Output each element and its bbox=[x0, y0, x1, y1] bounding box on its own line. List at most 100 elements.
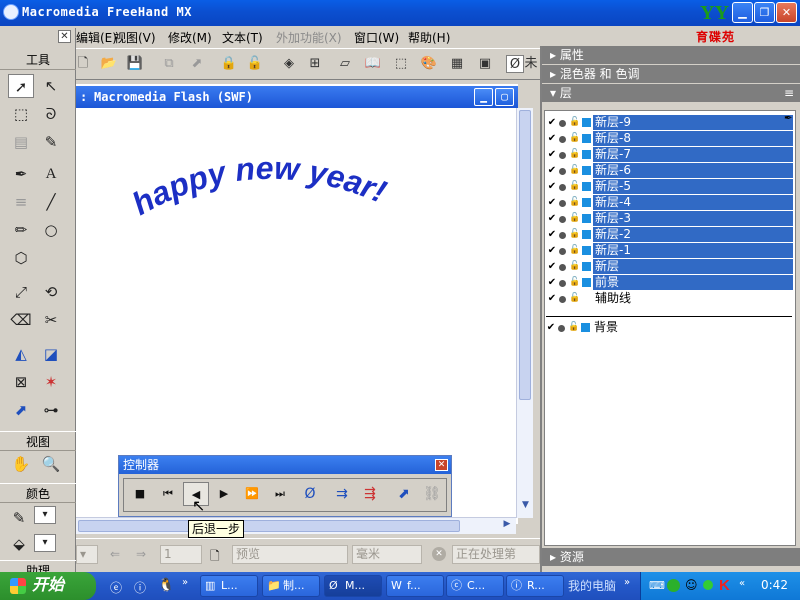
lock-open-icon[interactable]: 🔓 bbox=[569, 243, 580, 258]
vscroll-thumb[interactable] bbox=[519, 110, 531, 400]
taskbar-task-button[interactable]: ⓒ C... bbox=[446, 575, 504, 597]
eraser-tool-icon[interactable]: ⌫ bbox=[8, 308, 34, 332]
swatch-icon[interactable]: ▣ bbox=[476, 55, 494, 73]
page-number-field[interactable]: 1 bbox=[160, 545, 202, 564]
horizontal-scrollbar[interactable]: ▶ bbox=[76, 517, 516, 534]
visible-check-icon[interactable]: ✔ bbox=[547, 195, 557, 210]
preview-dot-icon[interactable] bbox=[559, 184, 566, 191]
layer-name[interactable]: 新层 bbox=[593, 259, 793, 274]
visible-check-icon[interactable]: ✔ bbox=[546, 320, 556, 335]
kaspersky-icon[interactable]: K bbox=[719, 577, 730, 594]
lock-open-icon[interactable]: 🔓 bbox=[569, 131, 580, 146]
layer-name[interactable]: 新层-2 bbox=[593, 227, 793, 242]
trace-tool-icon[interactable]: ▤ bbox=[8, 130, 34, 154]
link-icon[interactable]: ⬈ bbox=[391, 482, 417, 506]
layer-row[interactable]: ✔ 🔓 新层-3 bbox=[547, 211, 795, 226]
layer-name[interactable]: 新层-7 bbox=[593, 147, 793, 162]
unlink-icon[interactable]: ⛓ bbox=[419, 482, 445, 506]
layer-row[interactable]: ✔ 🔓 新层 bbox=[547, 259, 795, 274]
graphic-hose-icon[interactable]: ✶ bbox=[38, 370, 64, 394]
stop-icon[interactable]: ■ bbox=[127, 482, 153, 506]
lock-open-icon[interactable]: 🔓 bbox=[569, 195, 580, 210]
layer-name[interactable]: 新层-5 bbox=[593, 179, 793, 194]
smiley-icon[interactable]: ☺ bbox=[685, 578, 698, 592]
layer-name[interactable]: 辅助线 bbox=[593, 291, 631, 306]
green-circle-icon[interactable] bbox=[667, 579, 680, 592]
line-dashed-tool-icon[interactable]: ≡ bbox=[8, 190, 34, 214]
text-tool-icon[interactable]: A bbox=[38, 162, 64, 186]
qq-icon[interactable]: 🐧 bbox=[158, 578, 174, 593]
layer-row-background[interactable]: ✔ 🔓 背景 bbox=[546, 320, 794, 335]
layer-color-swatch[interactable] bbox=[581, 277, 592, 288]
visible-check-icon[interactable]: ✔ bbox=[547, 243, 557, 258]
preview-dot-icon[interactable] bbox=[559, 280, 566, 287]
menu-help[interactable]: 帮助(H) bbox=[408, 29, 450, 46]
preview-dot-icon[interactable] bbox=[558, 325, 565, 332]
controller-title[interactable]: 控制器 bbox=[119, 456, 451, 474]
eyedropper-tool-icon[interactable]: ✎ bbox=[38, 130, 64, 154]
save-icon[interactable]: 💾 bbox=[126, 55, 144, 73]
link-tool-icon[interactable]: ⬈ bbox=[8, 398, 34, 422]
preview-dot-icon[interactable] bbox=[559, 216, 566, 223]
vertical-scrollbar[interactable]: ▼ bbox=[516, 108, 533, 518]
perspective-tool-icon[interactable]: ◪ bbox=[38, 342, 64, 366]
visible-check-icon[interactable]: ✔ bbox=[547, 259, 557, 274]
pencil-tool-icon[interactable]: ✏ bbox=[8, 218, 34, 242]
zoom-tool-icon[interactable]: 🔍 bbox=[38, 452, 64, 476]
visible-check-icon[interactable]: ✔ bbox=[547, 115, 557, 130]
envelope-tool-icon[interactable]: ⊠ bbox=[8, 370, 34, 394]
preview-dot-icon[interactable] bbox=[559, 248, 566, 255]
menu-view[interactable]: 视图(V) bbox=[114, 29, 156, 46]
lasso-tool-icon[interactable]: ᘐ bbox=[38, 102, 64, 126]
properties-section[interactable]: ▸ 属性 bbox=[542, 46, 800, 64]
visible-check-icon[interactable]: ✔ bbox=[547, 131, 557, 146]
extrude-tool-icon[interactable]: ◭ bbox=[8, 342, 34, 366]
flash-export-icon[interactable]: Ø bbox=[297, 482, 323, 506]
lock-open-icon[interactable]: 🔓 bbox=[569, 291, 580, 306]
layers-section[interactable]: ▾ 层 ≡ bbox=[542, 84, 800, 102]
tray-expand-icon[interactable]: « bbox=[739, 578, 745, 589]
assets-section[interactable]: ▸ 资源 bbox=[542, 548, 800, 566]
layer-color-swatch[interactable] bbox=[581, 165, 592, 176]
cancel-icon[interactable]: ✕ bbox=[432, 547, 446, 561]
add-page-icon[interactable]: 🗋 bbox=[210, 547, 220, 568]
layer-row[interactable]: ✔ 🔓 新层-4 bbox=[547, 195, 795, 210]
taskbar-task-button[interactable]: ▥ L... bbox=[200, 575, 258, 597]
info-icon[interactable]: ⓘ bbox=[134, 579, 146, 596]
layer-color-swatch[interactable] bbox=[580, 322, 591, 333]
layer-color-swatch[interactable] bbox=[581, 117, 592, 128]
step-forward-icon[interactable]: ⏩ bbox=[239, 482, 265, 506]
library-icon[interactable]: 📖 bbox=[364, 55, 382, 73]
menu-window[interactable]: 窗口(W) bbox=[354, 29, 399, 46]
styles-icon[interactable]: ⬚ bbox=[392, 55, 410, 73]
visible-check-icon[interactable]: ✔ bbox=[547, 227, 557, 242]
panel-options-icon[interactable]: ≡ bbox=[784, 84, 794, 102]
visible-check-icon[interactable]: ✔ bbox=[547, 275, 557, 290]
preview-dot-icon[interactable] bbox=[559, 168, 566, 175]
layer-row[interactable]: ✔ 🔓 新层-7 bbox=[547, 147, 795, 162]
go-to-end-icon[interactable]: ⏭ bbox=[267, 482, 293, 506]
visible-check-icon[interactable]: ✔ bbox=[547, 179, 557, 194]
tools-close-icon[interactable]: ✕ bbox=[58, 30, 71, 43]
lock-open-icon[interactable]: 🔓 bbox=[569, 147, 580, 162]
layer-color-swatch[interactable] bbox=[581, 213, 592, 224]
group-icon[interactable]: ◈ bbox=[280, 55, 298, 73]
visible-check-icon[interactable]: ✔ bbox=[547, 163, 557, 178]
unlock-icon[interactable]: 🔓 bbox=[246, 55, 264, 73]
visible-check-icon[interactable]: ✔ bbox=[547, 291, 557, 306]
rotate-tool-icon[interactable]: ⟲ bbox=[38, 280, 64, 304]
play-icon[interactable]: ▶ bbox=[211, 482, 237, 506]
color-palette-icon[interactable]: 🎨 bbox=[420, 55, 438, 73]
taskbar-task-button[interactable]: 📁 制... bbox=[262, 575, 320, 597]
doc-maximize-button[interactable]: ▢ bbox=[495, 88, 514, 106]
layer-name[interactable]: 新层-6 bbox=[593, 163, 793, 178]
layer-name[interactable]: 新层-9 bbox=[593, 115, 793, 130]
layer-name[interactable]: 新层-4 bbox=[593, 195, 793, 210]
subselect-tool-icon[interactable]: ↖ bbox=[38, 74, 64, 98]
layer-color-swatch[interactable] bbox=[581, 197, 592, 208]
open-folder-icon[interactable]: 📂 bbox=[100, 55, 118, 73]
connector-tool-icon[interactable]: ⊶ bbox=[38, 398, 64, 422]
layer-name[interactable]: 新层-8 bbox=[593, 131, 793, 146]
taskbar-task-button[interactable]: Ø M... bbox=[324, 575, 382, 597]
preview-dot-icon[interactable] bbox=[559, 200, 566, 207]
